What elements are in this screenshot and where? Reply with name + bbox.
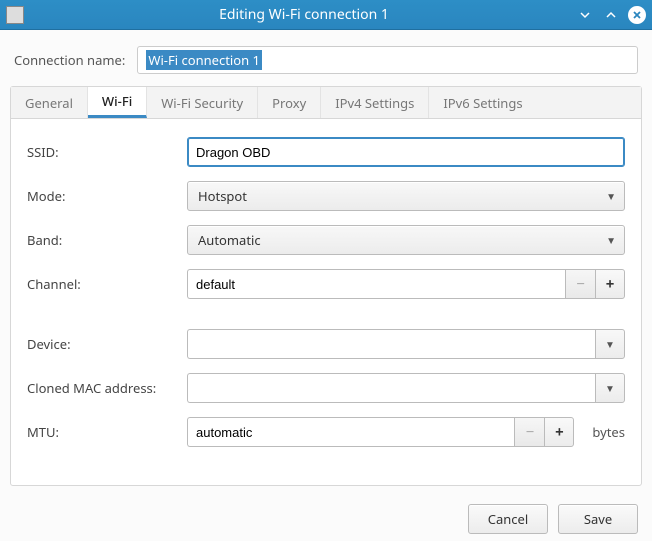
tab-body-wifi: SSID: Mode: Hotspot ▼ Band: Automatic ▼ <box>11 119 641 485</box>
row-channel: Channel: − + <box>27 269 625 299</box>
chevron-down-icon: ▼ <box>606 189 616 203</box>
save-button[interactable]: Save <box>558 504 638 534</box>
row-cloned-mac: Cloned MAC address: ▼ <box>27 373 625 403</box>
minimize-button[interactable] <box>576 6 594 24</box>
channel-increment[interactable]: + <box>595 269 625 299</box>
footer: Cancel Save <box>0 486 652 534</box>
row-ssid: SSID: <box>27 137 625 167</box>
ssid-input[interactable] <box>187 137 625 167</box>
tabs-container: General Wi-Fi Wi-Fi Security Proxy IPv4 … <box>10 86 642 486</box>
cloned-mac-label: Cloned MAC address: <box>27 379 177 397</box>
mtu-input[interactable] <box>187 417 514 447</box>
device-combo: ▼ <box>187 329 625 359</box>
connection-name-row: Connection name: Wi-Fi connection 1 <box>0 30 652 86</box>
cancel-button[interactable]: Cancel <box>468 504 548 534</box>
device-label: Device: <box>27 335 177 353</box>
mode-select[interactable]: Hotspot ▼ <box>187 181 625 211</box>
row-device: Device: ▼ <box>27 329 625 359</box>
tab-ipv4[interactable]: IPv4 Settings <box>321 87 429 118</box>
band-label: Band: <box>27 231 177 249</box>
app-icon <box>6 6 24 24</box>
device-dropdown[interactable]: ▼ <box>595 329 625 359</box>
chevron-up-icon <box>605 9 617 21</box>
cloned-mac-dropdown[interactable]: ▼ <box>595 373 625 403</box>
tab-proxy[interactable]: Proxy <box>258 87 321 118</box>
row-mtu: MTU: − + bytes <box>27 417 625 447</box>
channel-input[interactable] <box>187 269 565 299</box>
band-select[interactable]: Automatic ▼ <box>187 225 625 255</box>
close-icon <box>632 10 642 20</box>
titlebar: Editing Wi-Fi connection 1 <box>0 0 652 30</box>
mtu-label: MTU: <box>27 423 177 441</box>
tab-wifi[interactable]: Wi-Fi <box>88 87 147 118</box>
channel-label: Channel: <box>27 275 177 293</box>
chevron-down-icon <box>579 9 591 21</box>
cloned-mac-input[interactable] <box>187 373 595 403</box>
connection-name-input[interactable]: Wi-Fi connection 1 <box>137 46 638 74</box>
connection-name-label: Connection name: <box>14 51 125 69</box>
ssid-label: SSID: <box>27 143 177 161</box>
device-input[interactable] <box>187 329 595 359</box>
cloned-mac-combo: ▼ <box>187 373 625 403</box>
window-title: Editing Wi-Fi connection 1 <box>32 5 576 24</box>
connection-name-value: Wi-Fi connection 1 <box>146 50 262 70</box>
row-mode: Mode: Hotspot ▼ <box>27 181 625 211</box>
mtu-decrement[interactable]: − <box>514 417 544 447</box>
tabs: General Wi-Fi Wi-Fi Security Proxy IPv4 … <box>11 87 641 119</box>
mtu-spin: − + <box>187 417 574 447</box>
mtu-increment[interactable]: + <box>544 417 574 447</box>
tab-wifi-security[interactable]: Wi-Fi Security <box>147 87 258 118</box>
channel-spin: − + <box>187 269 625 299</box>
tab-ipv6[interactable]: IPv6 Settings <box>429 87 536 118</box>
maximize-button[interactable] <box>602 6 620 24</box>
mtu-suffix: bytes <box>592 423 625 441</box>
row-band: Band: Automatic ▼ <box>27 225 625 255</box>
mode-value: Hotspot <box>198 187 247 205</box>
mode-label: Mode: <box>27 187 177 205</box>
close-button[interactable] <box>628 6 646 24</box>
window-buttons <box>576 6 646 24</box>
chevron-down-icon: ▼ <box>605 337 615 351</box>
tab-general[interactable]: General <box>11 87 88 118</box>
band-value: Automatic <box>198 231 261 249</box>
chevron-down-icon: ▼ <box>606 233 616 247</box>
channel-decrement[interactable]: − <box>565 269 595 299</box>
chevron-down-icon: ▼ <box>605 381 615 395</box>
